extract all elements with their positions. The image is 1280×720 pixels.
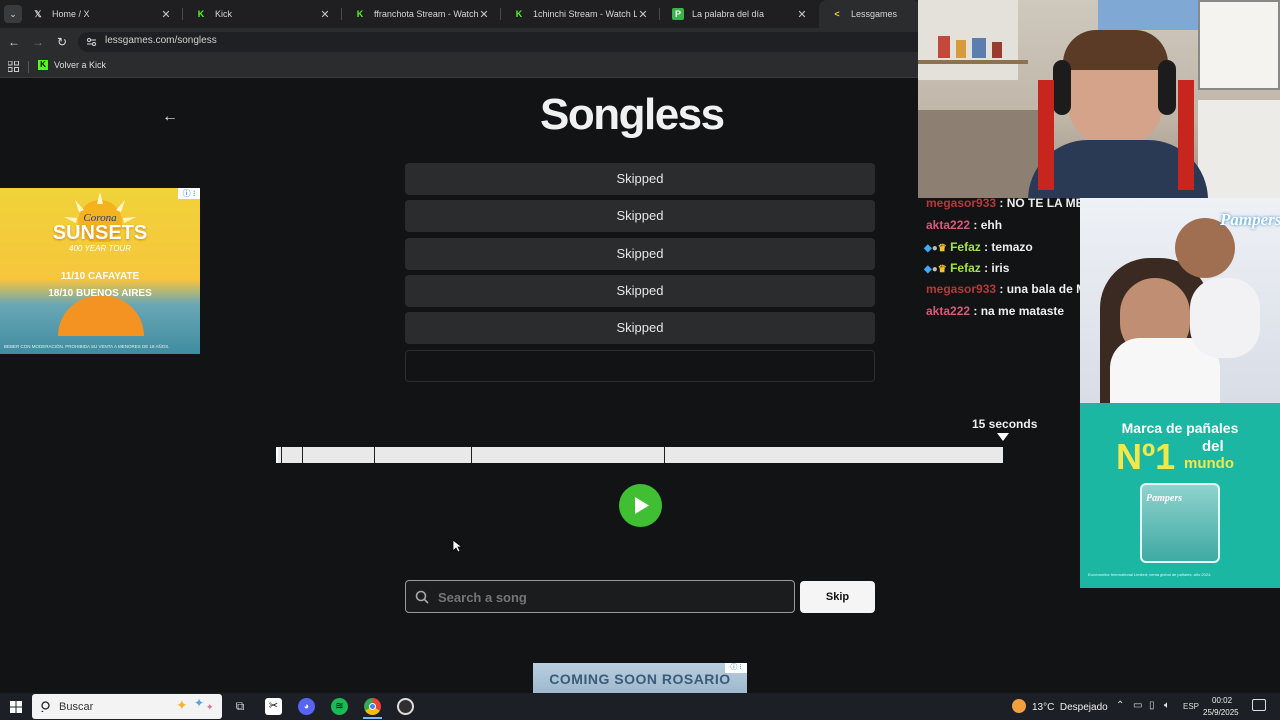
close-icon[interactable]: ✕ — [796, 8, 808, 21]
close-icon[interactable]: ✕ — [319, 8, 331, 21]
windows-start-icon[interactable] — [10, 701, 22, 713]
tab-home-x[interactable]: 𝕏 Home / X ✕ — [20, 0, 182, 28]
volume-icon[interactable]: 🔈︎ — [1164, 700, 1170, 711]
play-icon — [635, 497, 649, 514]
url-text: lessgames.com/songless — [105, 35, 217, 46]
close-icon[interactable]: ✕ — [478, 8, 490, 21]
language-indicator[interactable]: ESP — [1183, 702, 1199, 711]
close-icon[interactable]: ✕ — [637, 8, 649, 21]
mouse-cursor-icon — [452, 539, 462, 553]
page-title: Songless — [540, 90, 725, 139]
audio-timeline[interactable] — [277, 447, 1003, 463]
corona-ad[interactable]: ⓘ ⁝ Corona SUNSETS 400 YEAR TOUR 11/10 C… — [0, 188, 200, 354]
tab-1chinchi[interactable]: K 1chinchi Stream - Watch Live o ✕ — [501, 0, 659, 28]
back-arrow-icon[interactable]: ← — [162, 108, 178, 126]
webcam-overlay — [918, 0, 1280, 198]
tab-palabra-del-dia[interactable]: P La palabra del día ✕ — [660, 0, 818, 28]
timeline-start-cap — [276, 447, 278, 463]
clock-date[interactable]: 25/9/2025 — [1203, 708, 1239, 717]
bookmark-volver-a-kick[interactable]: K Volver a Kick — [38, 60, 106, 70]
p-logo-icon: P — [672, 8, 684, 20]
ad-headline: SUNSETS — [52, 222, 148, 244]
guess-slot-empty — [405, 350, 875, 382]
skip-button[interactable]: Skip — [800, 581, 875, 613]
sparkle-icon: ✦ — [176, 697, 188, 713]
ad-line-3: mundo — [1184, 455, 1234, 472]
chrome-icon[interactable] — [364, 698, 381, 715]
guess-slot: Skipped — [405, 312, 875, 344]
crown-badge-icon: ♛ — [937, 264, 947, 275]
discord-icon[interactable]: ◕ — [298, 698, 315, 715]
rosario-ad[interactable]: COMING SOON ROSARIO — [533, 663, 747, 693]
ad-footnote: Euromonitor International Limited; venta… — [1088, 572, 1212, 577]
chat-message: ◆●♛ Fefaz : temazo — [924, 240, 1033, 254]
kick-logo-icon: K — [38, 60, 48, 70]
search-icon — [415, 590, 429, 604]
guess-slot: Skipped — [405, 238, 875, 270]
guess-slot: Skipped — [405, 200, 875, 232]
notifications-icon[interactable] — [1252, 699, 1266, 711]
badge-icon: ◆ — [924, 264, 932, 275]
timeline-marker-icon — [997, 433, 1009, 441]
obs-icon[interactable] — [397, 698, 414, 715]
ad-line-1: Marca de pañales — [1121, 420, 1239, 436]
song-search-field[interactable] — [405, 580, 795, 613]
weather-icon — [1012, 699, 1026, 713]
site-info-icon[interactable] — [86, 37, 97, 47]
stream-chat: megasor933 : NO TE LA MERECES akta222 : … — [918, 196, 1125, 338]
chat-message: akta222 : na me mataste — [926, 304, 1065, 318]
badge-icon: ◆ — [924, 243, 932, 254]
clock-time[interactable]: 00:02 — [1212, 696, 1232, 705]
reload-icon[interactable]: ↻ — [54, 34, 70, 50]
kick-logo-icon: K — [356, 9, 364, 19]
guess-slot: Skipped — [405, 163, 875, 195]
diaper-pack: Pampers — [1140, 483, 1220, 563]
sparkle-icon: ✦ — [194, 696, 205, 710]
tab-lessgames[interactable]: < Lessgames — [819, 0, 920, 28]
device-icon[interactable]: ▯ — [1149, 700, 1155, 711]
song-search-input[interactable] — [438, 587, 778, 607]
tab-strip: ⌄ 𝕏 Home / X ✕ K Kick ✕ K ffranchota Str… — [0, 0, 920, 28]
pampers-ad[interactable]: Pampers Marca de pañales Nº1 del mundo P… — [1080, 198, 1280, 588]
tab-kick[interactable]: K Kick ✕ — [183, 0, 341, 28]
back-icon[interactable]: ← — [6, 34, 22, 50]
lessgames-logo-icon: < — [834, 9, 840, 19]
kick-logo-icon: K — [197, 9, 205, 19]
ad-line-1: 11/10 CAFAYATE — [60, 271, 140, 282]
bookmarks-bar: K Volver a Kick — [0, 56, 920, 78]
ad-disclaimer: BEBER CON MODERACIÓN. PROHIBIDA SU VENTA… — [4, 344, 170, 349]
weather-text[interactable]: 13°C Despejado — [1032, 702, 1108, 713]
task-view-icon[interactable]: ⧉ — [232, 698, 248, 714]
taskbar-search-box[interactable]: Buscar ✦ ✦ ✦ — [32, 694, 222, 719]
adchoices-icon[interactable]: ⓘ ⁝ — [725, 663, 747, 673]
apps-grid-icon[interactable] — [8, 61, 19, 72]
guess-slot: Skipped — [405, 275, 875, 307]
taskbar-search-label: Buscar — [59, 701, 94, 713]
ad-big: Nº1 — [1116, 436, 1176, 477]
ad-subheadline: 400 YEAR TOUR — [69, 244, 131, 253]
adchoices-icon[interactable]: ⓘ ⁝ — [178, 188, 200, 199]
spotify-icon[interactable]: ≋ — [331, 698, 348, 715]
chat-message: ◆●♛ Fefaz : iris — [924, 261, 1010, 275]
network-icon[interactable]: ▭ — [1133, 700, 1142, 711]
x-logo-icon: 𝕏 — [34, 8, 42, 19]
play-button[interactable] — [619, 484, 662, 527]
duration-label: 15 seconds — [972, 417, 1038, 431]
search-icon — [41, 701, 50, 712]
show-hidden-icons-icon[interactable]: ⌃ — [1116, 700, 1124, 711]
chat-message: akta222 : ehh — [926, 218, 1003, 232]
ad-line-2: del — [1202, 438, 1224, 455]
close-icon[interactable]: ✕ — [160, 8, 172, 21]
sparkle-icon: ✦ — [206, 702, 214, 712]
ad-brand: Pampers — [1220, 210, 1280, 229]
capcut-icon[interactable]: ✂ — [265, 698, 282, 715]
crown-badge-icon: ♛ — [937, 243, 947, 254]
tab-ffranchota[interactable]: K ffranchota Stream - Watch Live ✕ — [342, 0, 500, 28]
forward-icon[interactable]: → — [30, 34, 46, 50]
kick-logo-icon: K — [515, 9, 523, 19]
ad-sunset — [58, 296, 144, 336]
